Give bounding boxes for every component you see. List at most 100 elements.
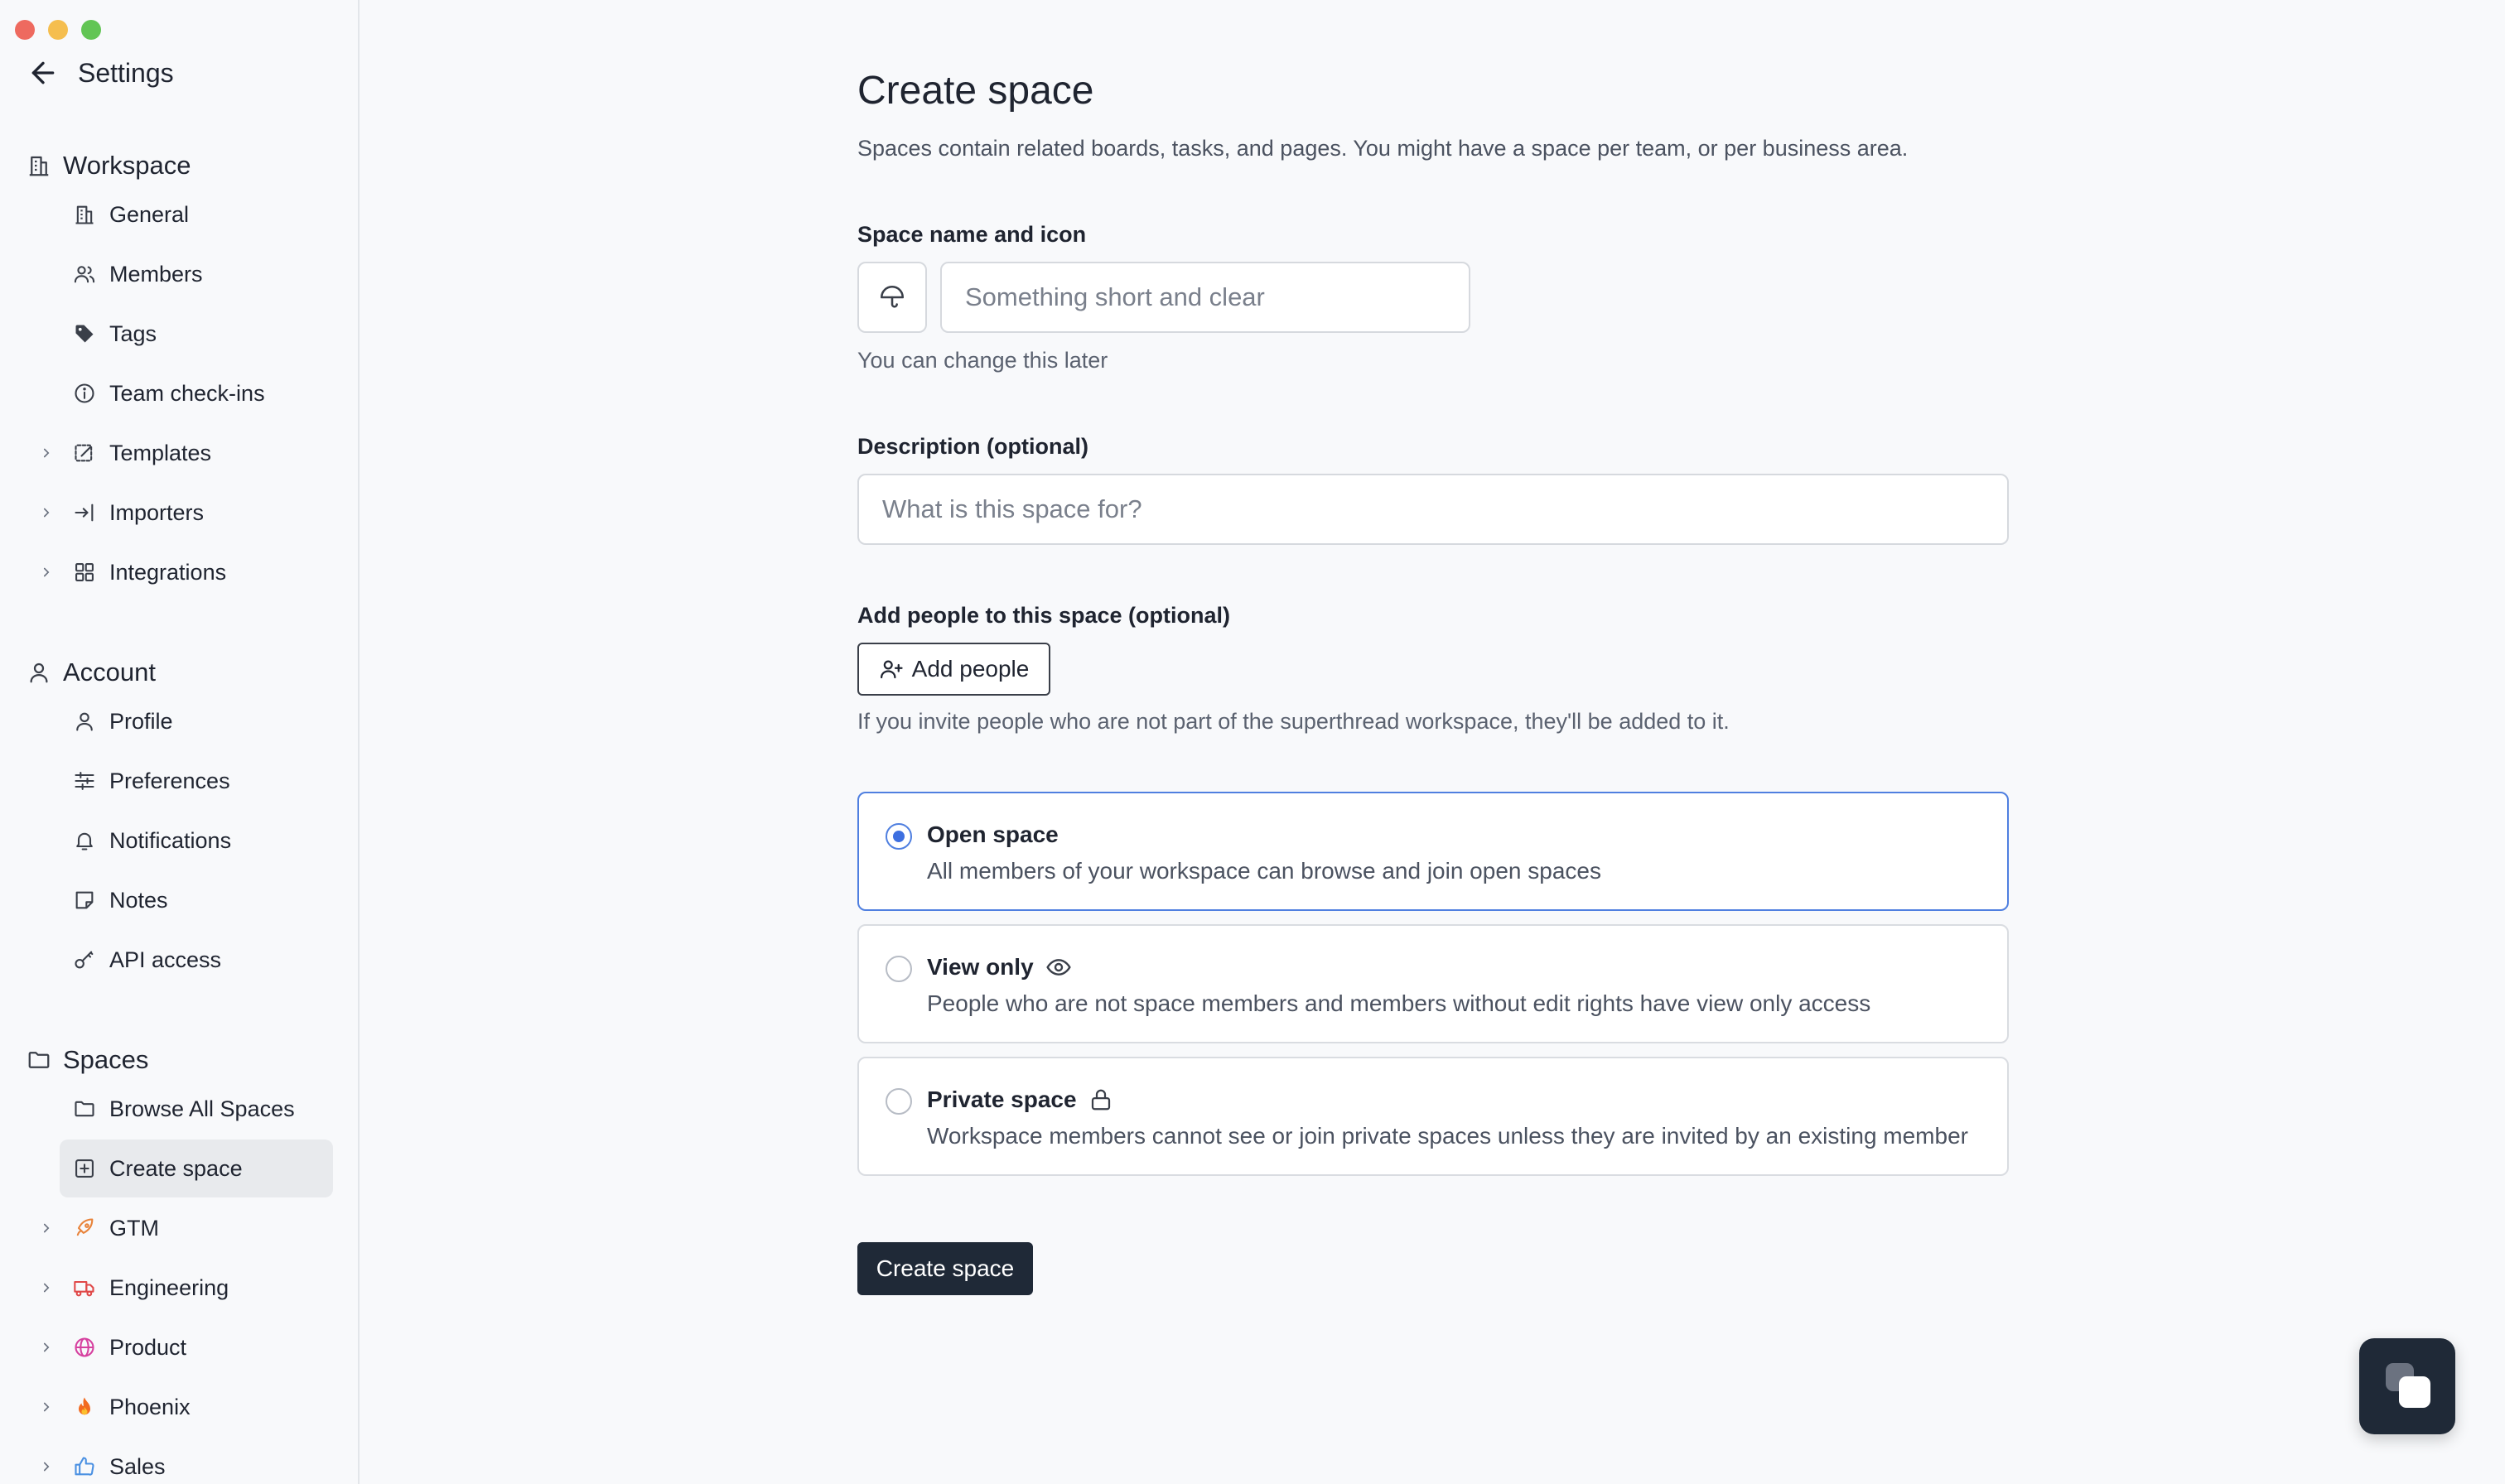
- sidebar-item-team-check-ins[interactable]: Team check-ins: [60, 364, 333, 422]
- sidebar-item-label: Tags: [109, 320, 157, 346]
- section-spaces-label: Spaces: [63, 1045, 149, 1074]
- add-people-label: Add people to this space (optional): [857, 603, 1231, 628]
- sidebar-item-label: Browse All Spaces: [109, 1096, 295, 1121]
- section-workspace-label: Workspace: [63, 151, 191, 180]
- chevron-right-icon[interactable]: [36, 503, 56, 523]
- space-name-input[interactable]: [940, 262, 1470, 333]
- section-spaces: Spaces: [27, 1042, 148, 1078]
- sidebar-item-label: Sales: [109, 1453, 166, 1479]
- truck-icon: [71, 1274, 98, 1301]
- chevron-right-icon[interactable]: [36, 1218, 56, 1238]
- space-icon-picker[interactable]: [857, 262, 927, 333]
- sidebar-item-profile[interactable]: Profile: [60, 692, 333, 750]
- option-description: People who are not space members and mem…: [927, 990, 1871, 1016]
- radio-private-space[interactable]: [886, 1088, 912, 1115]
- thumbs-up-icon: [71, 1453, 98, 1480]
- option-title: Open space: [927, 822, 1059, 847]
- option-title: Private space: [927, 1086, 1077, 1112]
- sidebar-item-label: Preferences: [109, 768, 230, 793]
- sidebar-item-notifications[interactable]: Notifications: [60, 812, 333, 870]
- sidebar-item-sales[interactable]: Sales: [60, 1438, 333, 1484]
- sidebar-item-label: General: [109, 201, 190, 227]
- users-icon: [71, 261, 98, 287]
- sidebar-item-tags[interactable]: Tags: [60, 305, 333, 363]
- eye-icon: [1045, 954, 1072, 980]
- key-icon: [71, 947, 98, 973]
- page-subtitle: Spaces contain related boards, tasks, an…: [857, 136, 1909, 161]
- sidebar-item-label: Integrations: [109, 559, 227, 585]
- maximize-window-button[interactable]: [81, 20, 101, 40]
- option-title: View only: [927, 954, 1034, 980]
- building-icon: [71, 201, 98, 228]
- section-workspace: Workspace: [27, 147, 191, 184]
- chevron-right-icon[interactable]: [36, 1397, 56, 1417]
- option-open-space[interactable]: Open space All members of your workspace…: [857, 792, 2009, 911]
- sidebar-item-label: Templates: [109, 440, 212, 465]
- radio-view-only[interactable]: [886, 956, 912, 982]
- sidebar-item-gtm[interactable]: GTM: [60, 1199, 333, 1257]
- sidebar-item-notes[interactable]: Notes: [60, 871, 333, 929]
- sidebar-item-browse-all-spaces[interactable]: Browse All Spaces: [60, 1080, 333, 1138]
- sidebar-item-label: Create space: [109, 1155, 243, 1181]
- add-people-button[interactable]: Add people: [857, 643, 1050, 696]
- sidebar-item-api-access[interactable]: API access: [60, 931, 333, 989]
- settings-sidebar: Settings Workspace General Members Tags …: [0, 0, 360, 1484]
- sidebar-item-label: Team check-ins: [109, 380, 265, 406]
- window-controls: [15, 20, 101, 40]
- sidebar-item-members[interactable]: Members: [60, 245, 333, 303]
- description-input[interactable]: [857, 474, 2009, 545]
- folder-icon: [27, 1048, 51, 1072]
- page-title: Create space: [857, 69, 1094, 113]
- sidebar-item-templates[interactable]: Templates: [60, 424, 333, 482]
- option-title-row: View only: [927, 954, 1072, 980]
- chevron-right-icon[interactable]: [36, 1457, 56, 1477]
- option-description: All members of your workspace can browse…: [927, 858, 1601, 884]
- fire-icon: [71, 1394, 98, 1420]
- sidebar-item-label: Notifications: [109, 827, 232, 853]
- create-space-button[interactable]: Create space: [857, 1242, 1033, 1295]
- sidebar-item-general[interactable]: General: [60, 186, 333, 243]
- chevron-right-icon[interactable]: [36, 443, 56, 463]
- back-arrow-icon[interactable]: [27, 56, 60, 89]
- sidebar-item-label: API access: [109, 947, 222, 972]
- user-icon: [27, 660, 51, 685]
- info-circle-icon: [71, 380, 98, 407]
- sidebar-item-create-space[interactable]: Create space: [60, 1140, 333, 1197]
- sidebar-item-phoenix[interactable]: Phoenix: [60, 1378, 333, 1436]
- sidebar-item-label: Engineering: [109, 1274, 229, 1300]
- section-account-label: Account: [63, 658, 157, 687]
- user-icon: [71, 708, 98, 735]
- chevron-right-icon[interactable]: [36, 1278, 56, 1298]
- import-icon: [71, 499, 98, 526]
- sidebar-item-label: Importers: [109, 499, 205, 525]
- sidebar-item-importers[interactable]: Importers: [60, 484, 333, 542]
- sidebar-item-label: Notes: [109, 887, 168, 913]
- chat-support-button[interactable]: [2359, 1338, 2455, 1434]
- option-private-space[interactable]: Private space Workspace members cannot s…: [857, 1057, 2009, 1176]
- lock-icon: [1088, 1087, 1113, 1112]
- sidebar-item-label: Members: [109, 261, 203, 287]
- radio-open-space[interactable]: [886, 823, 912, 850]
- chevron-right-icon[interactable]: [36, 1337, 56, 1357]
- settings-header: Settings: [27, 53, 174, 93]
- sidebar-item-label: Phoenix: [109, 1394, 191, 1419]
- sidebar-item-integrations[interactable]: Integrations: [60, 543, 333, 601]
- close-window-button[interactable]: [15, 20, 35, 40]
- grid-icon: [71, 559, 98, 585]
- space-name-hint: You can change this later: [857, 348, 1108, 373]
- option-title-row: Private space: [927, 1086, 1113, 1113]
- add-people-label: Add people: [911, 656, 1030, 682]
- plus-square-icon: [71, 1155, 98, 1182]
- user-plus-icon: [879, 657, 904, 682]
- sliders-icon: [71, 768, 98, 794]
- minimize-window-button[interactable]: [48, 20, 68, 40]
- sidebar-item-engineering[interactable]: Engineering: [60, 1259, 333, 1317]
- description-label: Description (optional): [857, 434, 1088, 459]
- chevron-right-icon[interactable]: [36, 562, 56, 582]
- sidebar-item-label: GTM: [109, 1215, 159, 1241]
- sidebar-item-label: Product: [109, 1334, 187, 1360]
- option-view-only[interactable]: View only People who are not space membe…: [857, 924, 2009, 1043]
- chat-bubble-icon: [2399, 1376, 2430, 1408]
- sidebar-item-product[interactable]: Product: [60, 1318, 333, 1376]
- sidebar-item-preferences[interactable]: Preferences: [60, 752, 333, 810]
